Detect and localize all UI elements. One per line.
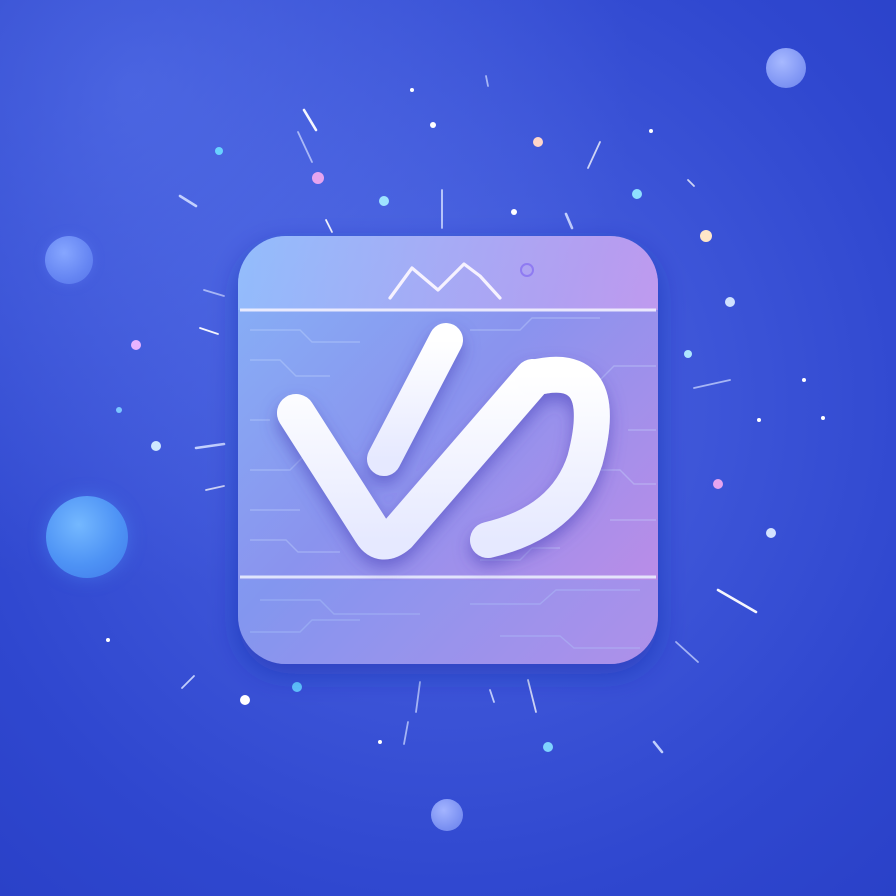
app-icon-artwork [0,0,896,896]
app-icon-tile [238,236,658,664]
